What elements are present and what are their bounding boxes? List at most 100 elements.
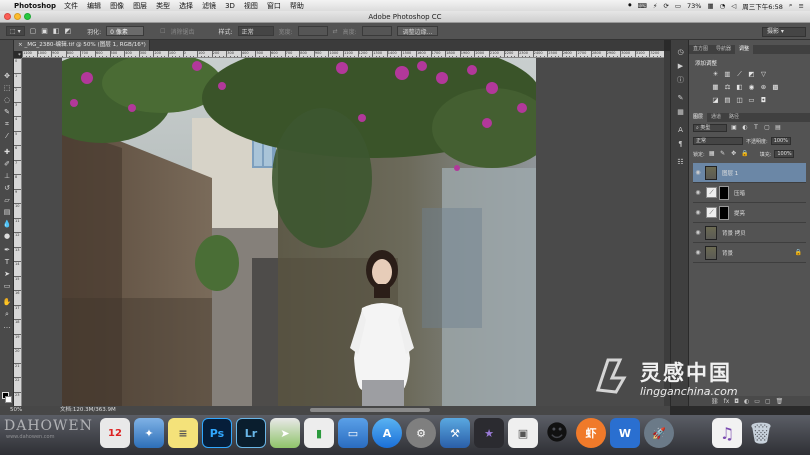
hue-saturation-icon[interactable]: ▦ [711,83,720,91]
visibility-eye-icon[interactable]: ◉ [693,189,703,196]
word-icon[interactable]: W [610,418,640,448]
menu-select[interactable]: 选择 [179,1,193,11]
lightroom-icon[interactable]: Lr [236,418,266,448]
posterize-icon[interactable]: ▤ [723,96,732,104]
layer-row[interactable]: ◉ 图层 1 [693,163,806,183]
menu-image[interactable]: 图像 [110,1,124,11]
crop-tool-icon[interactable]: ⌗ [2,120,12,129]
levels-icon[interactable]: ▥ [723,70,732,78]
swatches-panel-icon[interactable]: ▦ [676,108,685,117]
brush-panel-icon[interactable]: ✎ [676,94,685,103]
lock-icon[interactable]: 🔒 [795,249,802,256]
paragraph-panel-icon[interactable]: ¶ [676,140,685,149]
link-layers-icon[interactable]: ⛓ [711,398,719,405]
filter-adjustment-icon[interactable]: ◐ [741,124,749,132]
feather-input[interactable]: 0 像素 [106,26,145,36]
volume-icon[interactable]: ◁ [731,2,736,10]
marquee-tool-icon[interactable]: ⬚ [2,84,12,93]
healing-brush-tool-icon[interactable]: ✚ [2,148,12,157]
new-layer-icon[interactable]: ▢ [765,398,771,405]
color-balance-icon[interactable]: ⚖ [723,83,732,91]
keynote-icon[interactable]: ▭ [338,418,368,448]
new-group-icon[interactable]: ▭ [754,398,760,405]
layer-row[interactable]: ◉ 背景 🔒 [693,243,806,263]
tab-navigator[interactable]: 导航器 [712,45,735,54]
antialias-checkbox[interactable]: ☐ [160,28,165,35]
zoom-level[interactable]: 50% [10,406,22,415]
tab-channels[interactable]: 通道 [707,113,725,122]
sync-icon[interactable]: ⟳ [663,2,668,10]
app-menu[interactable]: Photoshop [14,2,56,10]
black-white-icon[interactable]: ◧ [735,83,744,91]
type-tool-icon[interactable]: T [2,258,12,267]
delete-layer-icon[interactable]: 🗑 [776,398,784,405]
invert-icon[interactable]: ◪ [711,96,720,104]
zoom-tool-icon[interactable]: ⌕ [2,310,12,319]
ruler-vertical[interactable]: 0 1 2 3 4 5 6 7 8 9 10 11 12 13 14 15 16 17 18 19 20 21 22 23 [14,58,22,406]
dodge-tool-icon[interactable]: ● [2,232,12,241]
preview-icon[interactable]: ✦ [134,418,164,448]
lasso-tool-icon[interactable]: ◌ [2,96,12,105]
pen-tool-icon[interactable]: ✒ [2,246,12,255]
quick-select-tool-icon[interactable]: ✎ [2,108,12,117]
menu-filter[interactable]: 滤镜 [202,1,216,11]
visibility-eye-icon[interactable]: ◉ [693,209,703,216]
lock-position-icon[interactable]: ✥ [730,150,738,158]
itunes-icon[interactable]: ♫ [712,418,742,448]
curves-icon[interactable]: ⟋ [735,70,744,78]
trash-icon[interactable]: 🗑 [746,418,776,448]
blend-mode-select[interactable]: 正常 [693,137,743,145]
menu-window[interactable]: 窗口 [267,1,281,11]
selective-color-icon[interactable]: ◘ [759,96,768,104]
menu-layer[interactable]: 图层 [133,1,147,11]
lock-image-icon[interactable]: ✎ [719,150,727,158]
fill-input[interactable]: 100% [774,150,795,158]
filter-pixel-icon[interactable]: ▣ [730,124,738,132]
layer-row[interactable]: ◉ ⟋ 提亮 [693,203,806,223]
path-select-tool-icon[interactable]: ➤ [2,270,12,279]
ruler-horizontal[interactable]: 1100 1000 900 800 700 600 500 400 300 200 100 0 100 2… [22,51,664,58]
properties-panel-icon[interactable]: ☷ [676,158,685,167]
history-brush-tool-icon[interactable]: ↺ [2,184,12,193]
blur-tool-icon[interactable]: 💧 [2,220,12,229]
menu-type[interactable]: 类型 [156,1,170,11]
window-zoom-button[interactable] [24,13,31,20]
refine-edge-button[interactable]: 调整边缘... [396,26,439,36]
background-color-swatch[interactable] [5,396,12,403]
usb-icon[interactable]: ⚡ [653,2,658,10]
brightness-contrast-icon[interactable]: ☀ [711,70,720,78]
new-selection-icon[interactable]: ▢ [30,27,37,35]
window-minimize-button[interactable] [14,13,21,20]
vibrance-icon[interactable]: ▽ [759,70,768,78]
layer-mask-thumbnail[interactable] [719,185,729,200]
photo-filter-icon[interactable]: ◉ [747,83,756,91]
tab-layers[interactable]: 图层 [689,113,708,122]
keyboard-icon[interactable]: ⌨ [637,2,646,10]
workspace-select[interactable]: 摄影 ▾ [762,27,806,37]
layer-row[interactable]: ◉ 背景 拷贝 [693,223,806,243]
style-select[interactable]: 正常 [237,26,274,36]
eraser-tool-icon[interactable]: ▱ [2,196,12,205]
color-lookup-icon[interactable]: ▩ [771,83,780,91]
character-panel-icon[interactable]: A [676,126,685,135]
new-adjustment-icon[interactable]: ◐ [744,398,749,405]
clone-stamp-tool-icon[interactable]: ⊥ [2,172,12,181]
imovie-icon[interactable]: ★ [474,418,504,448]
notes-icon[interactable]: ≡ [168,418,198,448]
visibility-eye-icon[interactable]: ◉ [693,229,703,236]
add-mask-icon[interactable]: ◘ [734,398,739,405]
tab-histogram[interactable]: 直方图 [689,45,712,54]
menu-3d[interactable]: 3D [225,2,235,10]
visibility-eye-icon[interactable]: ◉ [693,249,703,256]
menu-file[interactable]: 文件 [64,1,78,11]
battery-icon[interactable]: ▭ [675,2,681,10]
move-tool-icon[interactable]: ✥ [2,72,12,81]
tab-paths[interactable]: 路径 [725,113,743,122]
system-preferences-icon[interactable]: ⚙ [406,418,436,448]
add-selection-icon[interactable]: ▣ [41,27,48,35]
channel-mixer-icon[interactable]: ⊛ [759,83,768,91]
photoshop-icon[interactable]: Ps [202,418,232,448]
document-size-info[interactable]: 文档:120.3M/363.9M [60,406,116,415]
filter-smart-icon[interactable]: ▤ [774,124,782,132]
layer-style-icon[interactable]: fx [724,398,730,405]
